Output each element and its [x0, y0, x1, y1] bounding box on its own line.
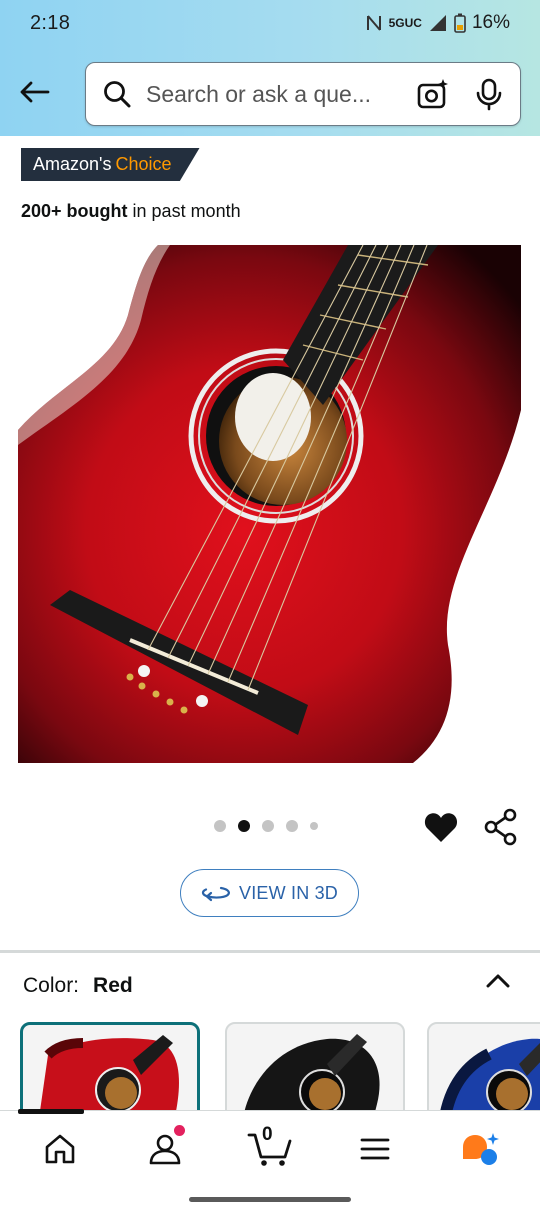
microphone-icon[interactable]: [472, 77, 506, 111]
swatch-image-black: [242, 1034, 380, 1120]
signal-icon: [429, 15, 446, 31]
carousel-dot[interactable]: [214, 820, 226, 832]
camera-search-icon[interactable]: [416, 77, 450, 111]
carousel-dot[interactable]: [310, 822, 318, 830]
color-selector-header: Color: Red: [23, 974, 133, 998]
bought-count-rest: in past month: [132, 201, 241, 221]
view-in-3d-label: VIEW IN 3D: [238, 882, 338, 903]
carousel-dot-active[interactable]: [238, 820, 250, 832]
carousel-dot[interactable]: [262, 820, 274, 832]
search-bar[interactable]: [85, 62, 521, 126]
battery-icon: [454, 13, 466, 33]
app-header: 2:18 5GUC 16%: [0, 0, 540, 136]
collapse-colors-button[interactable]: [482, 966, 514, 996]
status-time: 2:18: [30, 11, 71, 34]
rotate-3d-icon: [201, 886, 230, 902]
battery-percent: 16%: [471, 12, 510, 33]
status-bar: 2:18 5GUC 16%: [0, 0, 540, 46]
color-swatch-blue[interactable]: [427, 1022, 540, 1122]
color-value: Red: [93, 974, 133, 997]
status-icons: 5GUC 16%: [365, 12, 510, 34]
bought-count: 200+ bought in past month: [21, 201, 241, 222]
product-image[interactable]: [18, 245, 521, 763]
search-icon: [102, 79, 132, 109]
user-icon: [149, 1134, 181, 1164]
hamburger-menu-icon: [360, 1138, 390, 1159]
nfc-icon: [366, 15, 381, 31]
badge-amazons-text: Amazon's: [33, 154, 112, 174]
color-swatch-red[interactable]: [20, 1022, 200, 1122]
notification-dot: [174, 1124, 186, 1136]
badge-choice-text: Choice: [115, 154, 172, 174]
bought-count-strong: 200+ bought: [21, 201, 128, 221]
home-icon: [46, 1134, 75, 1163]
network-type: 5GUC: [388, 16, 422, 30]
carousel-dot[interactable]: [286, 820, 298, 832]
bottom-navigation: 0: [0, 1109, 540, 1186]
search-input[interactable]: [146, 80, 402, 108]
amazons-choice-badge[interactable]: Amazon's Choice: [21, 148, 200, 181]
guitar-image: [18, 245, 521, 763]
nav-home[interactable]: [30, 1121, 90, 1177]
arrow-left-icon: [20, 81, 50, 103]
product-page: 2:18 5GUC 16% A: [0, 0, 540, 1218]
nav-rufus[interactable]: [450, 1121, 510, 1177]
heart-icon: [424, 813, 458, 842]
swatch-image-blue: [438, 1038, 540, 1120]
image-carousel-dots: [214, 820, 318, 832]
swatch-image-red: [38, 1035, 179, 1119]
share-button[interactable]: [484, 808, 518, 846]
nav-menu[interactable]: [345, 1121, 405, 1177]
cart-count: 0: [261, 1123, 273, 1145]
system-gesture-area: [0, 1186, 540, 1218]
color-label: Color:: [23, 974, 80, 997]
wishlist-heart-button[interactable]: [423, 810, 459, 844]
view-in-3d-button[interactable]: VIEW IN 3D: [180, 869, 359, 917]
share-icon: [484, 808, 517, 846]
nav-cart[interactable]: 0: [240, 1121, 300, 1177]
color-swatch-black[interactable]: [225, 1022, 405, 1122]
rufus-assistant-icon: [462, 1132, 499, 1165]
section-divider: [0, 950, 540, 953]
back-button[interactable]: [14, 72, 54, 112]
chevron-up-icon: [486, 974, 510, 988]
active-tab-indicator: [18, 1109, 84, 1114]
gesture-handle[interactable]: [189, 1197, 351, 1202]
nav-account[interactable]: [135, 1121, 195, 1177]
